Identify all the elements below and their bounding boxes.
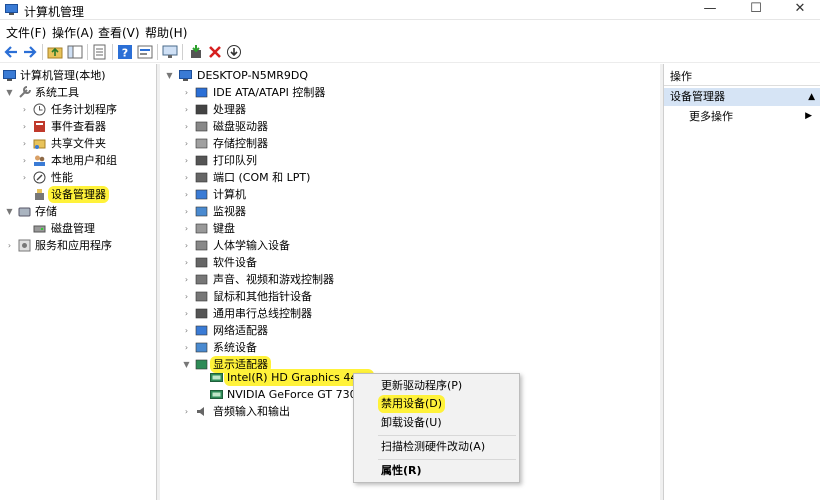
uninstall-x-icon[interactable]: [207, 44, 223, 60]
actions-pane: 操作 设备管理器 ▲ 更多操作 ▶: [663, 64, 820, 500]
more-actions-link[interactable]: 更多操作: [689, 108, 733, 125]
svg-text:?: ?: [122, 47, 128, 60]
expand-chevron-icon[interactable]: ›: [182, 84, 191, 101]
menu-uninstall-device[interactable]: 卸载设备(U): [381, 414, 442, 432]
expand-chevron-icon[interactable]: ›: [182, 101, 191, 118]
display-adapter-icon: [210, 390, 223, 399]
monitor-icon[interactable]: [162, 44, 178, 60]
update-driver-icon[interactable]: [188, 44, 204, 60]
display-adapter-icon: [195, 359, 208, 370]
printer-icon: [195, 155, 208, 166]
system-tools-icon: [19, 86, 31, 98]
processor-icon: [195, 104, 208, 115]
menu-disable-device[interactable]: 禁用设备(D): [378, 395, 446, 413]
computer-management-icon: [5, 4, 18, 15]
console-tree-pane: 计算机管理(本地) ▼ 系统工具 › 任务计划程序 › 事件查看器 › 共享文件…: [0, 64, 157, 500]
actions-section-device-manager[interactable]: 设备管理器 ▲: [664, 88, 820, 106]
expand-chevron-icon[interactable]: ›: [182, 403, 191, 420]
hid-icon: [195, 240, 208, 251]
forward-arrow-icon[interactable]: [22, 44, 38, 60]
expand-chevron-icon[interactable]: ›: [182, 118, 191, 135]
expand-chevron-icon[interactable]: ›: [20, 101, 29, 118]
mouse-icon: [195, 291, 208, 302]
computer-management-icon: [3, 70, 16, 81]
shared-folder-icon: [33, 139, 46, 149]
help-icon[interactable]: ?: [117, 44, 133, 60]
menu-help[interactable]: 帮助(H): [145, 24, 187, 41]
audio-icon: [197, 407, 204, 416]
expand-chevron-icon[interactable]: ›: [5, 237, 14, 254]
expand-chevron-icon[interactable]: ›: [182, 288, 191, 305]
collapse-chevron-icon[interactable]: ▼: [165, 67, 174, 84]
menu-scan-hardware[interactable]: 扫描检测硬件改动(A): [381, 438, 485, 456]
export-list-icon[interactable]: [92, 44, 108, 60]
port-icon: [195, 172, 208, 183]
task-scheduler-icon: [33, 103, 46, 116]
device-manager-icon: [35, 189, 44, 200]
collapse-chevron-icon[interactable]: ▼: [182, 356, 191, 373]
expand-chevron-icon[interactable]: ›: [182, 271, 191, 288]
network-adapter-icon: [195, 325, 208, 336]
expand-chevron-icon[interactable]: ›: [182, 322, 191, 339]
system-device-icon: [195, 342, 208, 353]
title-bar: 计算机管理 — ☐ ✕: [0, 0, 820, 20]
keyboard-icon: [195, 223, 208, 234]
back-arrow-icon[interactable]: [3, 44, 19, 60]
expand-chevron-icon[interactable]: ›: [182, 186, 191, 203]
expand-chevron-icon[interactable]: ›: [20, 152, 29, 169]
expand-chevron-icon[interactable]: ›: [20, 135, 29, 152]
properties-icon[interactable]: [137, 44, 153, 60]
display-adapter-icon: [210, 373, 223, 382]
sound-icon: [195, 274, 208, 285]
users-icon: [34, 155, 45, 166]
monitor-icon: [195, 206, 208, 217]
collapse-chevron-icon[interactable]: ▼: [5, 84, 14, 101]
storage-icon: [18, 207, 31, 217]
menu-view[interactable]: 查看(V): [98, 24, 140, 41]
expand-chevron-icon[interactable]: ›: [20, 118, 29, 135]
actions-header: 操作: [664, 68, 820, 86]
computer-icon: [179, 70, 192, 81]
menu-file[interactable]: 文件(F): [6, 24, 46, 41]
context-menu: 更新驱动程序(P) 禁用设备(D) 卸载设备(U) 扫描检测硬件改动(A) 属性…: [353, 373, 520, 483]
expand-chevron-icon[interactable]: ›: [182, 152, 191, 169]
menu-update-driver[interactable]: 更新驱动程序(P): [381, 377, 462, 395]
expand-chevron-icon[interactable]: ›: [182, 169, 191, 186]
event-viewer-icon: [34, 121, 45, 132]
menu-properties[interactable]: 属性(R): [381, 462, 422, 480]
collapse-up-icon[interactable]: ▲: [808, 88, 815, 106]
expand-chevron-icon[interactable]: ›: [20, 169, 29, 186]
disk-icon: [33, 225, 46, 233]
close-button[interactable]: ✕: [778, 0, 820, 20]
download-arrow-icon[interactable]: [226, 44, 242, 60]
window-title: 计算机管理: [24, 5, 85, 19]
expand-chevron-icon[interactable]: ›: [182, 135, 191, 152]
expand-chevron-icon[interactable]: ›: [182, 220, 191, 237]
expand-chevron-icon[interactable]: ›: [182, 203, 191, 220]
console-tree-icon[interactable]: [67, 44, 83, 60]
expand-chevron-icon[interactable]: ›: [182, 305, 191, 322]
services-icon: [18, 239, 31, 252]
performance-icon: [33, 171, 46, 184]
toolbar: ?: [0, 41, 820, 63]
software-device-icon: [195, 257, 208, 268]
expand-chevron-icon[interactable]: ›: [182, 254, 191, 271]
minimize-button[interactable]: —: [688, 0, 732, 20]
expand-chevron-icon[interactable]: ›: [182, 237, 191, 254]
expand-chevron-icon[interactable]: ›: [182, 339, 191, 356]
ide-controller-icon: [195, 87, 208, 98]
submenu-arrow-icon: ▶: [805, 111, 812, 121]
maximize-button[interactable]: ☐: [734, 0, 778, 20]
usb-icon: [195, 308, 208, 319]
computer-icon: [195, 189, 208, 200]
folder-up-icon[interactable]: [47, 44, 63, 60]
menu-bar: 文件(F) 操作(A) 查看(V) 帮助(H): [0, 21, 820, 41]
menu-action[interactable]: 操作(A): [52, 24, 94, 41]
storage-controller-icon: [195, 138, 208, 149]
collapse-chevron-icon[interactable]: ▼: [5, 203, 14, 220]
disk-drive-icon: [195, 121, 208, 132]
